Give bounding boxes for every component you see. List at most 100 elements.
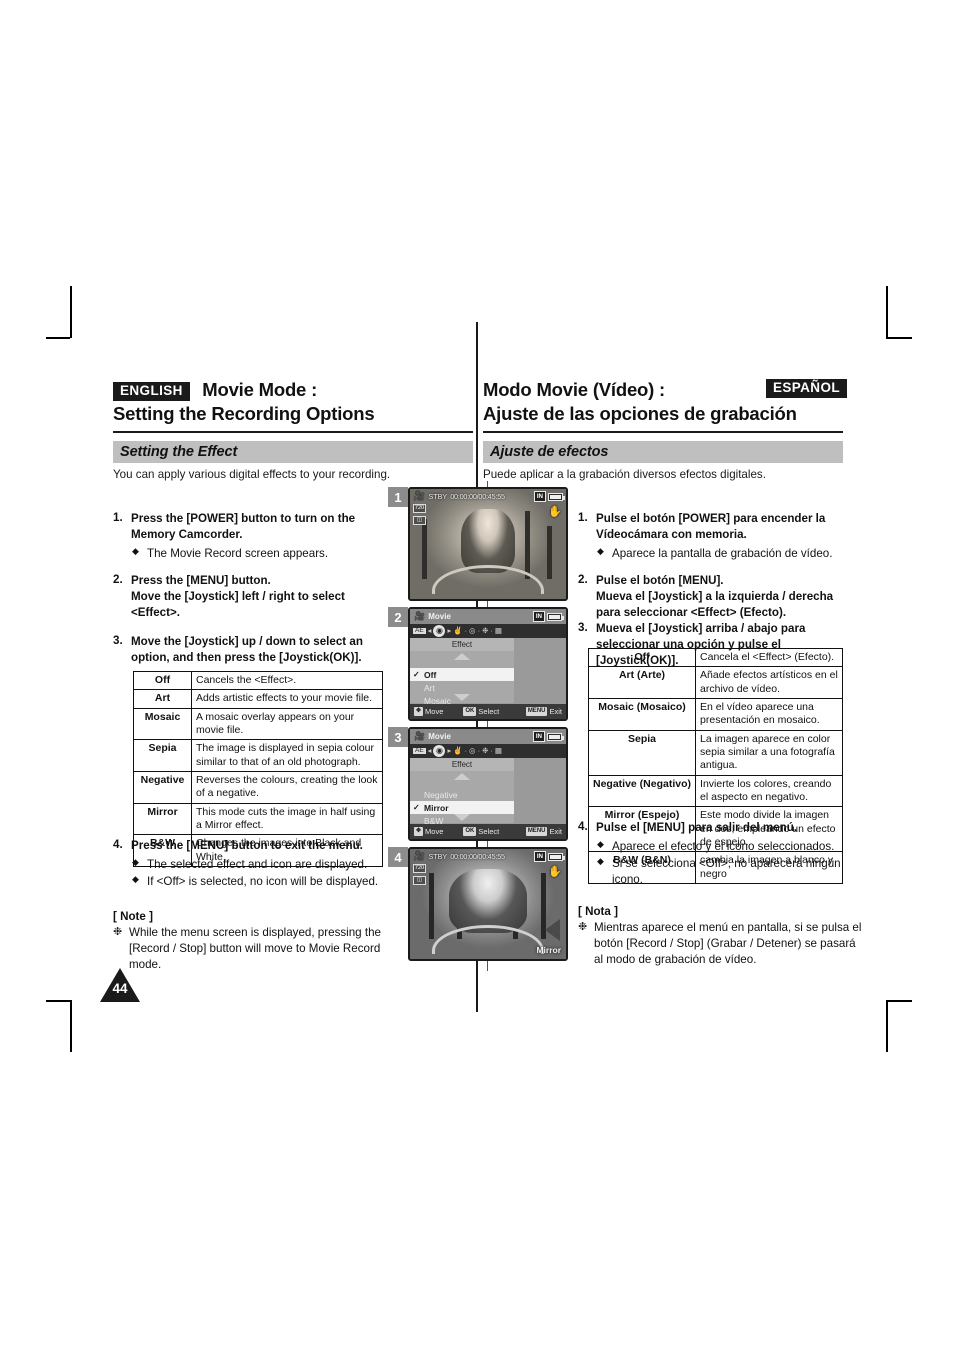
spanish-header-rule	[483, 431, 843, 434]
tab-whitebalance-icon[interactable]: ✌	[453, 747, 462, 755]
movie-mode-icon: 🎥	[414, 611, 426, 621]
scroll-up-arrow-icon[interactable]	[454, 773, 470, 780]
page-number-flag: 44	[100, 968, 140, 1002]
table-row: Sepia The image is displayed in sepia co…	[133, 739, 383, 772]
tab-ae-icon[interactable]: AE	[413, 747, 426, 755]
step-number: 2.	[113, 573, 123, 586]
chevron-left-icon[interactable]: ◂	[428, 747, 432, 755]
tab-dot-icon: ·	[464, 746, 468, 756]
move-hint: ✥ Move	[414, 827, 443, 836]
joystick-key-icon: ✥	[414, 827, 424, 836]
tab-dot-icon: ·	[490, 626, 493, 636]
menu-option-mirror[interactable]: ✓ Mirror	[410, 801, 514, 814]
table-row: Mosaic (Mosaico) En el vídeo aparece una…	[587, 697, 843, 731]
effect-name: Mirror	[133, 802, 192, 836]
select-label: Select	[478, 827, 500, 836]
menu-battery-group: IN	[532, 611, 564, 622]
tab-ae-icon[interactable]: AE	[413, 627, 426, 635]
note-item: While the menu screen is displayed, pres…	[113, 925, 393, 973]
tab-focus-icon[interactable]: ◎	[469, 627, 476, 635]
step-bullet: Si se selecciona <Off>, no aparecerá nin…	[596, 855, 863, 888]
scroll-down-arrow-icon[interactable]	[454, 694, 470, 701]
note-list: Mientras aparece el menú en pantalla, si…	[578, 920, 863, 968]
tab-dot-icon: ·	[490, 746, 493, 756]
note-title: [ Nota ]	[578, 905, 618, 918]
english-title-line1: Movie Mode :	[202, 379, 318, 400]
quality-badge-icon: 720	[413, 504, 426, 513]
table-row: Negative (Negativo) Invierte los colores…	[587, 774, 843, 808]
battery-icon	[547, 732, 564, 741]
table-row: Negative Reverses the colours, creating …	[133, 770, 383, 804]
storage-indicator: IN	[533, 851, 546, 862]
step-text: Pulse el [MENU] para salir del menú.	[596, 821, 798, 834]
tab-effect-icon[interactable]: ◉	[433, 625, 446, 637]
menu-title: Movie	[428, 612, 451, 621]
record-status: STBY	[428, 492, 448, 501]
spanish-step-1: 1. Pulse el botón [POWER] para encender …	[578, 511, 846, 563]
effect-name: Negative (Negativo)	[587, 774, 697, 808]
movie-mode-icon: 🎥	[413, 851, 426, 862]
tab-digitaleffect-icon[interactable]: ▦	[495, 627, 502, 635]
table-row: Off Cancels the <Effect>.	[133, 670, 383, 691]
lcd-panel-3: 3 🎥 Movie IN AE ◂ ◉ ▸ ✌ · ◎ · ❉ · ▦ Effe…	[388, 727, 568, 841]
move-hint: ✥ Move	[414, 707, 443, 716]
table-row: Mosaic A mosaic overlay appears on your …	[133, 707, 383, 741]
crop-mark-bottom-left-horizontal	[46, 1000, 70, 1002]
effect-name: Art	[133, 689, 192, 709]
menu-option-off[interactable]: ✓ Off	[410, 668, 514, 681]
osd-status-icons: IN	[533, 851, 565, 862]
tab-backlight-icon[interactable]: ❉	[482, 747, 488, 755]
spanish-section-title: Ajuste de efectos	[490, 444, 609, 460]
lcd-panel-1: 1 🎥 STBY 00:00:00/00:45:55 IN 720 ◫ ✋	[388, 487, 568, 601]
spanish-step-4: 4. Pulse el [MENU] para salir del menú. …	[578, 820, 863, 889]
storage-indicator: IN	[532, 611, 545, 622]
table-row: Mirror This mode cuts the image in half …	[133, 802, 383, 836]
tab-focus-icon[interactable]: ◎	[469, 747, 476, 755]
chevron-left-icon[interactable]: ◂	[428, 627, 432, 635]
menu-option-list[interactable]: Negative ✓ Mirror B&W	[410, 771, 514, 826]
menu-key-icon: MENU	[525, 827, 548, 836]
tab-dot-icon: ·	[464, 626, 468, 636]
select-hint: OK Select	[463, 827, 499, 836]
menu-battery-group: IN	[532, 731, 564, 742]
camera-menu: 🎥 Movie IN AE ◂ ◉ ▸ ✌ · ◎ · ❉ · ▦ Effect…	[410, 609, 566, 719]
menu-tab-row: AE ◂ ◉ ▸ ✌ · ◎ · ❉ · ▦	[410, 744, 566, 758]
crop-mark-bottom-right-vertical	[886, 1000, 888, 1052]
spanish-step-2: 2. Pulse el botón [MENU]. Mueva el [Joys…	[578, 573, 846, 620]
menu-option-label: Mirror	[424, 802, 449, 813]
menu-option-negative[interactable]: Negative	[410, 788, 514, 801]
checkmark-icon: ✓	[413, 803, 420, 812]
lcd-screen: 🎥 STBY 00:00:00/00:45:55 IN 720 ◫ ✋	[408, 487, 568, 601]
menu-option-label: Art	[424, 682, 435, 693]
menu-option-list[interactable]: ✓ Off Art Mosaic	[410, 651, 514, 706]
osd-left-icons: 720 ◫	[413, 504, 426, 525]
effect-description: This mode cuts the image in half using a…	[191, 802, 383, 836]
scroll-up-arrow-icon[interactable]	[454, 653, 470, 660]
tab-digitaleffect-icon[interactable]: ▦	[495, 747, 502, 755]
menu-tab-row: AE ◂ ◉ ▸ ✌ · ◎ · ❉ · ▦	[410, 624, 566, 638]
crop-mark-top-left-horizontal	[46, 337, 70, 339]
effect-name: Negative	[133, 770, 192, 804]
chevron-right-icon[interactable]: ▸	[447, 627, 451, 635]
tab-backlight-icon[interactable]: ❉	[482, 627, 488, 635]
effect-name: Mosaic (Mosaico)	[587, 697, 697, 731]
scroll-down-arrow-icon[interactable]	[454, 814, 470, 821]
english-language-badge: ENGLISH	[113, 382, 190, 402]
tab-whitebalance-icon[interactable]: ✌	[453, 627, 462, 635]
note-item: Mientras aparece el menú en pantalla, si…	[578, 920, 863, 968]
chevron-right-icon[interactable]: ▸	[447, 747, 451, 755]
anti-shake-hand-icon: ✋	[548, 506, 562, 518]
menu-caption: Effect	[410, 758, 514, 771]
crop-mark-bottom-right-horizontal	[886, 1000, 912, 1002]
manual-page: ENGLISH Movie Mode : Setting the Recordi…	[0, 0, 954, 1350]
effect-name: Off	[133, 670, 192, 691]
tab-effect-icon[interactable]: ◉	[433, 745, 446, 757]
step-bullet: Aparece la pantalla de grabación de víde…	[596, 545, 846, 562]
menu-option-art[interactable]: Art	[410, 681, 514, 694]
step-bullet: The Movie Record screen appears.	[131, 545, 383, 562]
move-label: Move	[425, 707, 444, 716]
lcd-panel-4: 4 🎥 STBY 00:00:00/00:45:55 IN 720 ◫ ✋ Mi…	[388, 847, 568, 961]
step-number: 4.	[113, 838, 123, 851]
effect-description: En el vídeo aparece una presentación en …	[695, 697, 843, 731]
effect-label: Mirror	[536, 945, 561, 955]
